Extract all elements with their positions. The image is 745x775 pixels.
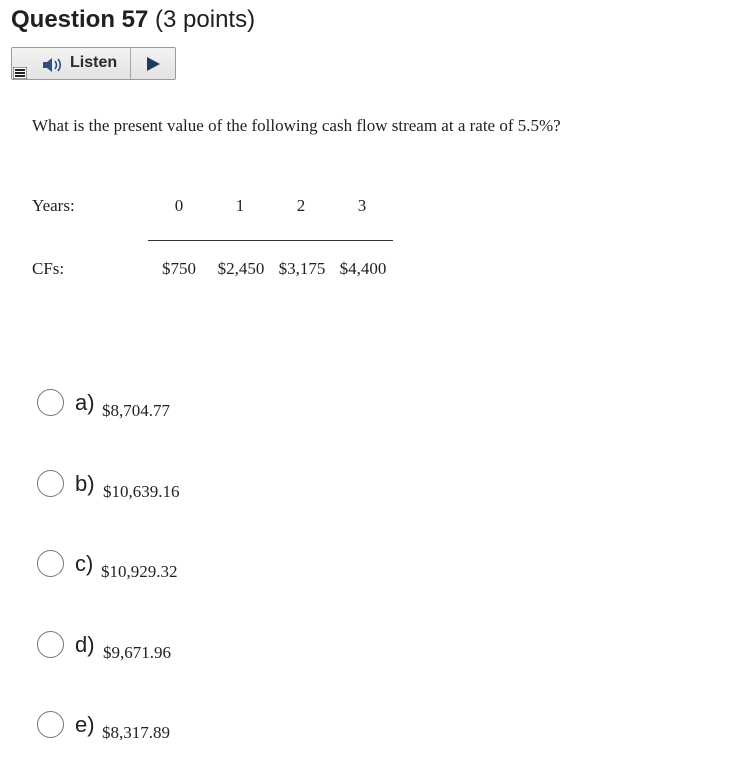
option-letter: e) <box>75 712 95 737</box>
question-prompt: What is the present value of the followi… <box>32 116 561 135</box>
question-title: Question 57 <box>11 6 149 33</box>
answer-option-c[interactable]: c) $10,929.32 <box>37 550 207 581</box>
table-divider <box>148 240 393 241</box>
answer-option-b[interactable]: b) $10,639.16 <box>37 470 207 501</box>
option-letter: c) <box>75 551 94 576</box>
years-row-label: Years: <box>32 196 75 215</box>
option-value: $8,704.77 <box>102 401 170 420</box>
option-value: $10,639.16 <box>103 482 180 501</box>
radio-button[interactable] <box>37 389 64 416</box>
option-value: $8,317.89 <box>102 723 170 742</box>
option-value: $9,671.96 <box>103 643 171 662</box>
menu-icon[interactable] <box>13 67 27 79</box>
answer-option-d[interactable]: d) $9,671.96 <box>37 631 197 662</box>
question-header: Question 57 (3 points) <box>11 5 255 35</box>
speaker-icon <box>43 58 62 72</box>
option-letter: d) <box>75 632 95 657</box>
radio-button[interactable] <box>37 711 64 738</box>
cfs-row-label: CFs: <box>32 259 65 278</box>
question-points: (3 points) <box>155 6 256 33</box>
year-cell: 1 <box>235 196 245 215</box>
cash-flow-cell: $750 <box>162 259 196 278</box>
radio-button[interactable] <box>37 631 64 658</box>
cash-flow-cell: $4,400 <box>339 259 387 278</box>
year-cell: 2 <box>296 196 306 215</box>
cash-flow-cell: $2,450 <box>217 259 265 278</box>
answer-option-a[interactable]: a) $8,704.77 <box>37 389 197 420</box>
listen-button[interactable]: Listen <box>12 48 130 79</box>
read-aloud-toolbar: Listen <box>11 47 176 80</box>
listen-label: Listen <box>70 54 118 71</box>
radio-button[interactable] <box>37 470 64 497</box>
play-button[interactable] <box>131 48 176 79</box>
option-letter: a) <box>75 390 95 415</box>
option-letter: b) <box>75 471 95 496</box>
cash-flow-cell: $3,175 <box>278 259 326 278</box>
year-cell: 0 <box>174 196 184 215</box>
year-cell: 3 <box>357 196 367 215</box>
play-icon <box>147 57 160 71</box>
answer-option-e[interactable]: e) $8,317.89 <box>37 711 197 742</box>
option-value: $10,929.32 <box>101 562 178 581</box>
radio-button[interactable] <box>37 550 64 577</box>
